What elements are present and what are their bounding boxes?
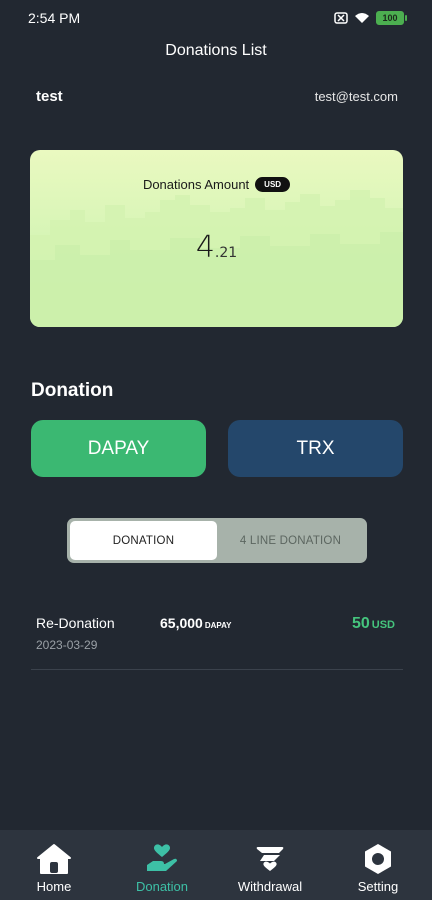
nav-home[interactable]: Home xyxy=(0,830,108,900)
list-item[interactable]: Re-Donation 2023-03-29 65,000 DAPAY 50 USD xyxy=(36,612,398,668)
nav-setting-label: Setting xyxy=(357,879,399,894)
nav-withdrawal[interactable]: Withdrawal xyxy=(216,830,324,900)
user-row: test test@test.com xyxy=(36,88,398,105)
withdrawal-icon xyxy=(256,847,284,871)
trx-button[interactable]: TRX xyxy=(228,420,403,477)
status-bar: 2:54 PM 100 xyxy=(0,0,432,36)
status-time: 2:54 PM xyxy=(28,10,81,26)
donation-section-title: Donation xyxy=(31,380,114,401)
page-title: Donations List xyxy=(165,42,267,59)
list-divider xyxy=(31,669,403,670)
nav-setting[interactable]: Setting xyxy=(324,830,432,900)
donations-amount-card: Donations Amount USD 4.21 xyxy=(30,150,403,327)
tab-4-line-donation[interactable]: 4 LINE DONATION xyxy=(217,521,364,560)
transaction-usd-unit: USD xyxy=(371,619,395,631)
coin-buttons: DAPAY TRX xyxy=(31,420,403,477)
battery-level: 100 xyxy=(382,13,398,23)
tab-donation[interactable]: DONATION xyxy=(70,521,217,560)
status-icons: 100 xyxy=(334,11,407,25)
amount-label: Donations Amount xyxy=(142,177,250,192)
amount-value: 4.21 xyxy=(30,230,403,265)
amount-integer: 4 xyxy=(195,230,215,265)
amount-header: Donations Amount USD xyxy=(30,177,403,192)
transaction-date: 2023-03-29 xyxy=(36,638,98,652)
user-email: test@test.com xyxy=(314,89,398,104)
transaction-amount-value: 65,000 xyxy=(160,615,203,631)
battery-icon: 100 xyxy=(376,11,407,25)
nav-donation-label: Donation xyxy=(135,879,189,894)
nav-donation[interactable]: Donation xyxy=(108,830,216,900)
currency-badge: USD xyxy=(255,177,291,192)
home-icon xyxy=(37,844,71,874)
nav-withdrawal-label: Withdrawal xyxy=(237,879,303,894)
dapay-button[interactable]: DAPAY xyxy=(31,420,206,477)
amount-decimal: .21 xyxy=(214,245,238,261)
gear-icon xyxy=(365,844,391,874)
hand-heart-icon xyxy=(147,844,177,871)
nav-home-label: Home xyxy=(36,879,72,894)
transaction-usd: 50 USD xyxy=(352,615,395,633)
wifi-icon xyxy=(355,13,369,23)
transaction-usd-value: 50 xyxy=(351,615,370,632)
notification-off-icon xyxy=(334,12,348,24)
transaction-amount: 65,000 DAPAY xyxy=(160,615,232,631)
transaction-type: Re-Donation xyxy=(36,615,115,631)
donation-type-tabs: DONATION 4 LINE DONATION xyxy=(67,518,367,563)
user-name: test xyxy=(36,88,63,105)
transaction-amount-unit: DAPAY xyxy=(204,621,232,630)
bottom-nav: Home Donation Withdrawal Setting xyxy=(0,830,432,900)
